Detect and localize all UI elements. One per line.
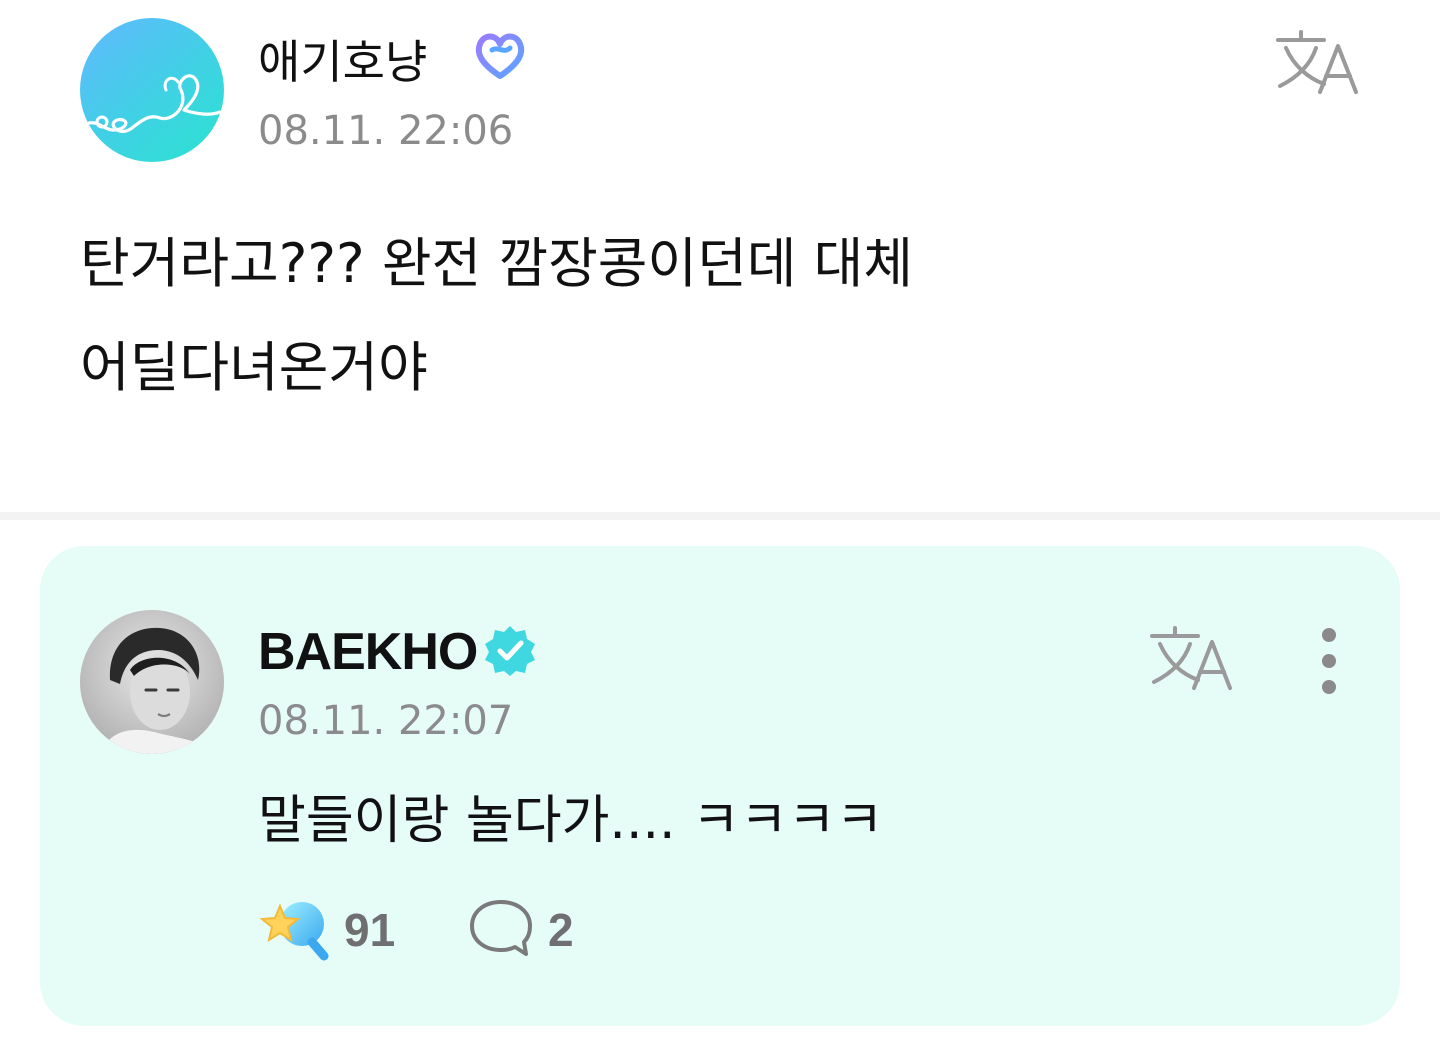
avatar[interactable] <box>80 18 224 162</box>
translate-icon[interactable] <box>1272 28 1362 98</box>
dot <box>1322 654 1336 668</box>
heart-doodle-icon <box>84 74 222 133</box>
more-vertical-icon[interactable] <box>1310 624 1350 698</box>
post-author[interactable]: 애기호냥 <box>258 26 427 92</box>
like-count: 91 <box>344 904 396 956</box>
post-text-line: 탄거라고??? 완전 깜장콩이던데 대체 <box>80 232 913 295</box>
star-wand-icon[interactable] <box>258 898 330 962</box>
comment-bubble-icon[interactable] <box>468 898 534 960</box>
comment-count: 2 <box>548 904 574 956</box>
post-body: 탄거라고??? 완전 깜장콩이던데 대체 어딜다녀온거야 <box>80 212 1080 420</box>
purple-heart-badge-icon <box>475 33 525 79</box>
reply-body: 말들이랑 놀다가.... ㅋㅋㅋㅋ <box>258 791 884 851</box>
dot <box>1322 628 1336 642</box>
profile-photo <box>80 610 224 754</box>
avatar[interactable] <box>80 610 224 754</box>
reply-author[interactable]: BAEKHO <box>258 622 478 682</box>
translate-icon[interactable] <box>1146 624 1236 694</box>
post-timestamp: 08.11. 22:06 <box>258 108 514 154</box>
fan-post: 애기호냥 08.11. 22:06 탄거라고??? 완전 깜장콩이던데 대체 어… <box>0 0 1440 512</box>
post-text-line: 어딜다녀온거야 <box>80 336 428 399</box>
divider <box>0 512 1440 520</box>
dot <box>1322 680 1336 694</box>
reply-timestamp: 08.11. 22:07 <box>258 698 514 744</box>
verified-check-icon <box>485 626 535 676</box>
